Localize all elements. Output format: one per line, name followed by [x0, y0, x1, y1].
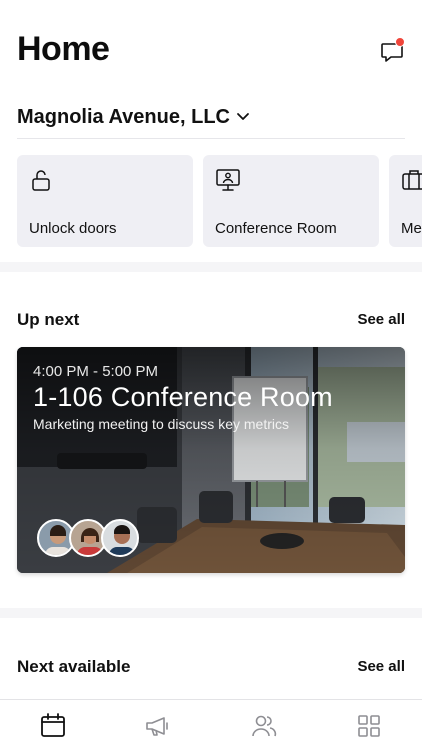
page-title: Home: [17, 30, 110, 68]
tab-people[interactable]: [250, 712, 278, 740]
quick-action-meeting[interactable]: Me: [389, 155, 422, 247]
quick-action-label: Me: [401, 220, 422, 237]
see-all-link[interactable]: See all: [357, 658, 405, 675]
calendar-icon: [41, 713, 65, 737]
presentation-screen-icon: [216, 169, 240, 191]
briefcase-icon: [402, 170, 422, 190]
people-icon: [252, 715, 277, 737]
organization-selector[interactable]: Magnolia Avenue, LLC: [17, 104, 250, 130]
quick-actions: Unlock doors Conference Room Me: [17, 155, 422, 247]
section-separator: [0, 608, 422, 618]
avatar: [101, 519, 139, 557]
divider: [17, 138, 405, 139]
tab-apps[interactable]: [355, 712, 383, 740]
megaphone-icon: [146, 717, 168, 736]
unlock-icon: [32, 170, 50, 191]
quick-action-label: Unlock doors: [29, 220, 117, 237]
tab-bar: [0, 699, 422, 750]
grid-icon: [358, 715, 380, 737]
quick-action-unlock-doors[interactable]: Unlock doors: [17, 155, 193, 247]
up-next-header: Up next See all: [17, 310, 405, 334]
section-title: Up next: [17, 310, 80, 329]
tab-calendar[interactable]: [39, 712, 67, 740]
see-all-link[interactable]: See all: [357, 311, 405, 328]
organization-name: Magnolia Avenue, LLC: [17, 105, 230, 128]
upcoming-event-card[interactable]: 4:00 PM - 5:00 PM 1-106 Conference Room …: [17, 347, 405, 573]
chevron-down-icon: [237, 113, 249, 120]
header: Home: [0, 0, 422, 90]
tab-announcements[interactable]: [144, 712, 172, 740]
section-title: Next available: [17, 657, 131, 676]
next-available-header: Next available See all: [17, 657, 405, 681]
unread-badge: [395, 37, 405, 47]
attendee-avatars: [37, 519, 147, 559]
section-separator: [0, 262, 422, 272]
event-time: 4:00 PM - 5:00 PM: [33, 363, 159, 380]
quick-action-conference-room[interactable]: Conference Room: [203, 155, 379, 247]
quick-action-label: Conference Room: [215, 220, 337, 237]
event-room: 1-106 Conference Room: [33, 382, 333, 412]
event-description: Marketing meeting to discuss key metrics: [33, 416, 289, 432]
